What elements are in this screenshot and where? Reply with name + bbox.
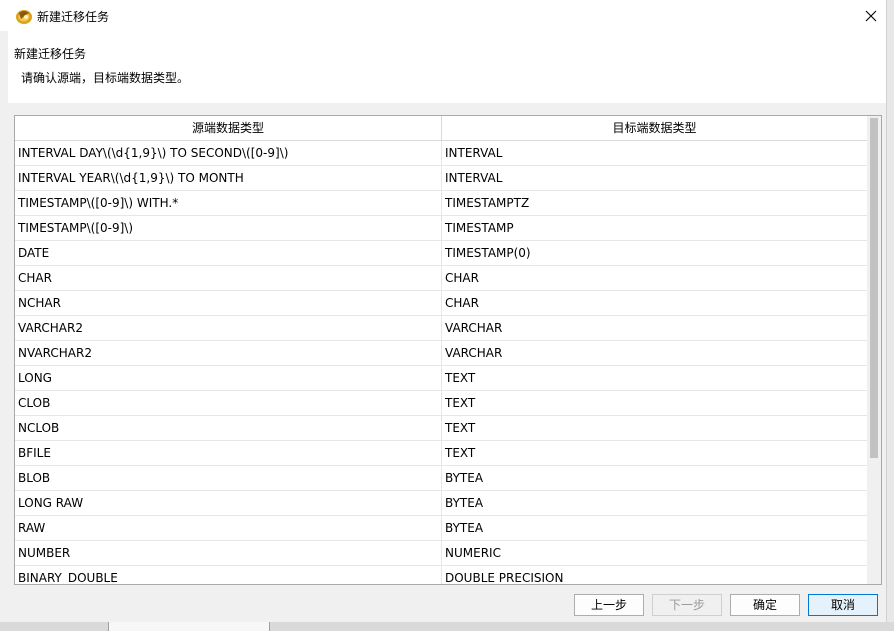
background-panel-fragment — [108, 622, 270, 631]
source-type-cell: INTERVAL YEAR\(\d{1,9}\) TO MONTH — [18, 171, 244, 185]
source-type-cell: DATE — [18, 246, 50, 260]
source-type-cell: BLOB — [18, 471, 51, 485]
window-title: 新建迁移任务 — [37, 10, 110, 24]
target-type-cell[interactable]: BYTEA — [445, 491, 865, 515]
cancel-button[interactable]: 取消 — [808, 594, 878, 616]
column-divider — [441, 141, 442, 584]
target-type-cell[interactable]: CHAR — [445, 266, 865, 290]
scrollbar-thumb[interactable] — [870, 118, 878, 458]
target-type-cell[interactable]: CHAR — [445, 291, 865, 315]
target-type-cell[interactable]: BYTEA — [445, 466, 865, 490]
background-window-edge — [886, 0, 894, 631]
source-type-cell: BINARY_DOUBLE — [18, 571, 118, 584]
source-type-cell: INTERVAL DAY\(\d{1,9}\) TO SECOND\([0-9]… — [18, 146, 289, 160]
wizard-header: 新建迁移任务 请确认源端，目标端数据类型。 — [8, 31, 886, 103]
column-header-source-type[interactable]: 源端数据类型 — [15, 116, 442, 140]
target-type-cell[interactable]: NUMERIC — [445, 541, 865, 565]
target-type-cell[interactable]: BYTEA — [445, 516, 865, 540]
prev-step-button[interactable]: 上一步 — [574, 594, 644, 616]
source-type-cell: TIMESTAMP\([0-9]\) WITH.* — [18, 196, 179, 210]
ok-button[interactable]: 确定 — [730, 594, 800, 616]
target-type-cell[interactable]: TIMESTAMP — [445, 216, 865, 240]
source-type-cell: LONG — [18, 371, 52, 385]
target-type-cell[interactable]: TEXT — [445, 366, 865, 390]
target-type-cell[interactable]: TEXT — [445, 416, 865, 440]
next-step-button[interactable]: 下一步 — [652, 594, 722, 616]
source-type-cell: TIMESTAMP\([0-9]\) — [18, 221, 134, 235]
title-bar[interactable]: 新建迁移任务 — [0, 0, 886, 31]
close-button[interactable] — [856, 0, 886, 31]
target-type-cell[interactable]: TEXT — [445, 391, 865, 415]
close-icon — [865, 10, 877, 21]
source-type-cell: LONG RAW — [18, 496, 84, 510]
column-header-target-type[interactable]: 目标端数据类型 — [442, 116, 867, 140]
target-type-cell[interactable]: DOUBLE PRECISION — [445, 566, 865, 584]
source-type-cell: RAW — [18, 521, 46, 535]
source-type-cell: NCHAR — [18, 296, 61, 310]
wizard-step-description: 请确认源端，目标端数据类型。 — [21, 71, 190, 85]
target-type-cell[interactable]: INTERVAL — [445, 166, 865, 190]
target-type-cell[interactable]: TIMESTAMP(0) — [445, 241, 865, 265]
target-type-cell[interactable]: TEXT — [445, 441, 865, 465]
table-header: 源端数据类型 目标端数据类型 — [15, 116, 867, 141]
target-type-cell[interactable]: TIMESTAMPTZ — [445, 191, 865, 215]
source-type-cell: CHAR — [18, 271, 52, 285]
source-type-cell: BFILE — [18, 446, 51, 460]
data-type-mapping-table: 源端数据类型 目标端数据类型 INTERVAL DAY\(\d{1,9}\) T… — [14, 115, 882, 585]
source-type-cell: NCLOB — [18, 421, 60, 435]
source-type-cell: NUMBER — [18, 546, 71, 560]
target-type-cell[interactable]: VARCHAR — [445, 316, 865, 340]
app-logo-icon — [15, 7, 33, 25]
source-type-cell: CLOB — [18, 396, 51, 410]
source-type-cell: NVARCHAR2 — [18, 346, 92, 360]
source-type-cell: VARCHAR2 — [18, 321, 83, 335]
vertical-scrollbar[interactable] — [867, 116, 881, 584]
migration-task-dialog: 新建迁移任务 新建迁移任务 请确认源端，目标端数据类型。 源端数据类型 目标端数… — [0, 0, 887, 622]
target-type-cell[interactable]: INTERVAL — [445, 141, 865, 165]
wizard-step-title: 新建迁移任务 — [14, 47, 87, 61]
target-type-cell[interactable]: VARCHAR — [445, 341, 865, 365]
